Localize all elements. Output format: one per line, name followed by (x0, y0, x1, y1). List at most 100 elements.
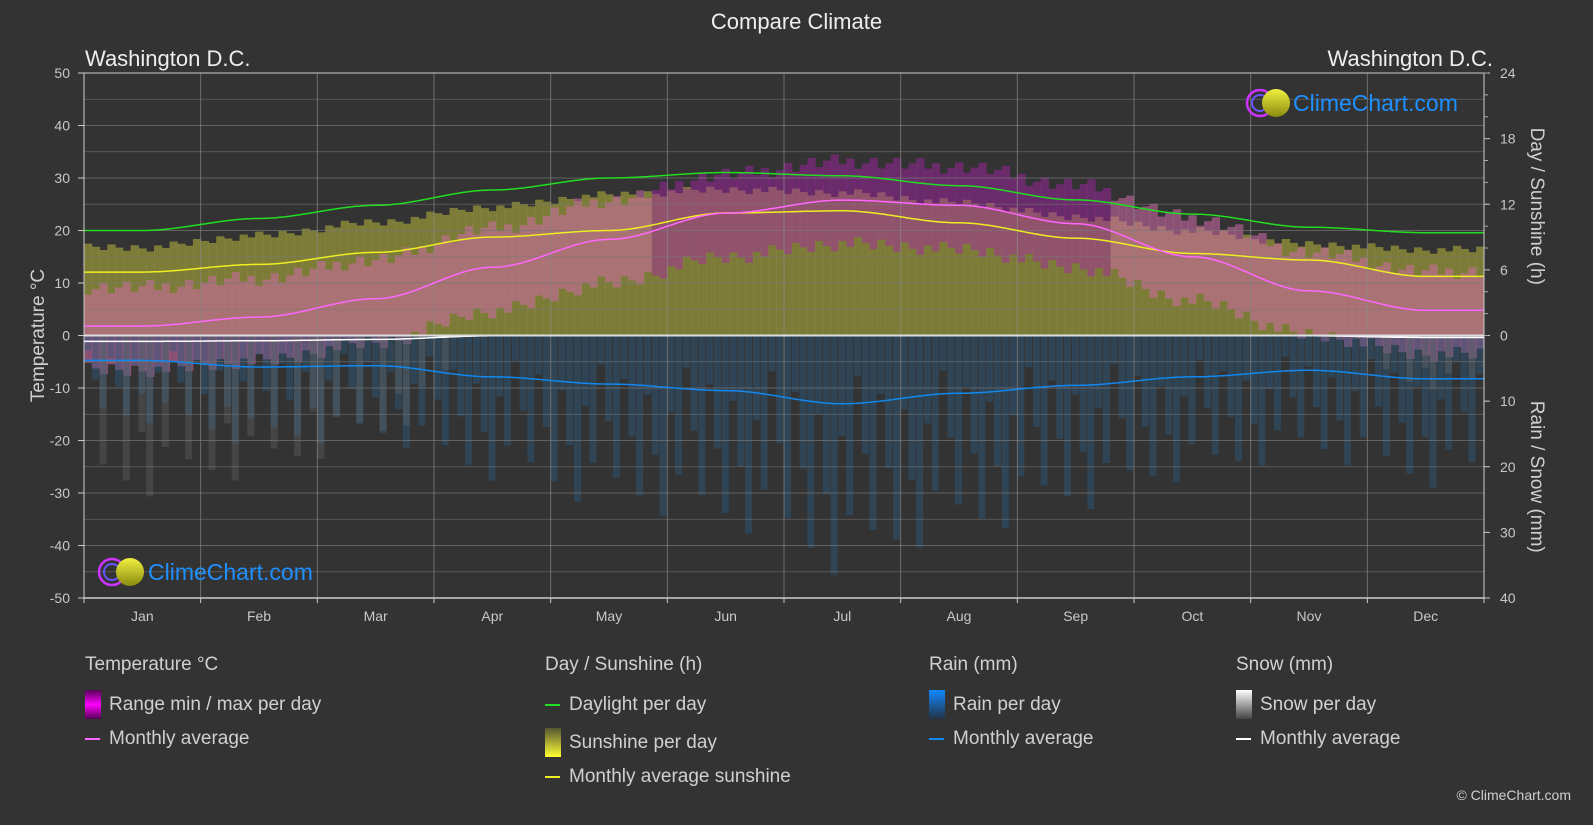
rain-bar (1250, 335, 1258, 425)
rain-bar (675, 335, 683, 475)
rain-bar (262, 335, 270, 392)
rain-bar (1056, 335, 1064, 439)
temp-range-bar (939, 173, 948, 242)
rain-bar (737, 335, 745, 467)
temp-range-bar (776, 170, 785, 250)
temp-range-bar (1001, 165, 1011, 263)
temp-range-bar (1157, 216, 1166, 291)
rain-bar (978, 335, 986, 519)
temp-range-bar (714, 174, 723, 258)
rain-bar (348, 335, 356, 389)
snow-bar (441, 335, 449, 371)
snow-bar (99, 335, 107, 465)
x-tick-label: Aug (947, 608, 972, 624)
rain-bar (574, 335, 581, 502)
temp-range-bar (1312, 252, 1322, 336)
legend-item-sunshine: Sunshine per day (545, 728, 791, 757)
rain-bar (745, 335, 753, 534)
legend-group-rain: Rain (mm) Rain per day Monthly average (929, 654, 1093, 750)
temp-range-bar (768, 177, 777, 246)
snow-bar (1421, 335, 1429, 368)
rain-bar (1102, 335, 1110, 464)
rain-bar (892, 335, 900, 540)
logo-sun-icon (116, 558, 144, 586)
rain-bar (1266, 335, 1274, 390)
temp-range-bar (1359, 258, 1368, 347)
rain-bar (1375, 335, 1383, 407)
line-swatch-icon (545, 776, 560, 778)
temp-range-bar (869, 158, 878, 250)
temp-range-bar (698, 172, 707, 265)
temp-range-bar (574, 198, 583, 296)
temp-range-bar (581, 206, 591, 284)
y-left-tick-label: 30 (54, 170, 70, 186)
y-left-tick-label: -40 (50, 538, 70, 554)
legend-group-snow: Snow (mm) Snow per day Monthly average (1236, 654, 1400, 750)
rain-bar (511, 335, 519, 361)
temp-range-bar (496, 231, 505, 308)
temp-range-bar (892, 158, 902, 253)
rain-bar (286, 335, 294, 400)
rain-bar (1204, 335, 1211, 408)
rain-bar (535, 335, 543, 375)
rain-bar (1297, 335, 1305, 438)
rain-bar (768, 335, 776, 372)
temp-range-bar (371, 260, 381, 343)
temp-range-bar (737, 172, 746, 258)
temp-range-bar (729, 178, 738, 253)
rain-bar (962, 335, 970, 387)
rain-bar (776, 335, 784, 444)
temp-range-bar (854, 168, 863, 238)
temp-range-bar (1149, 203, 1158, 298)
rain-bar (1180, 335, 1188, 397)
rain-bar (854, 335, 861, 377)
temp-range-bar (542, 216, 552, 299)
temp-range-bar (1204, 221, 1213, 301)
rain-bar (1001, 335, 1009, 529)
rain-bar (1274, 335, 1281, 431)
x-tick-label: Apr (481, 608, 503, 624)
temp-range-bar (1087, 179, 1096, 277)
rain-bar (838, 335, 846, 437)
temp-range-bar (628, 198, 637, 281)
temp-range-bar (379, 253, 388, 348)
temp-range-bar (410, 254, 419, 332)
rain-bar (947, 335, 955, 438)
rain-bar (1149, 335, 1157, 476)
temp-range-bar (356, 256, 365, 348)
rain-bar (1367, 335, 1375, 360)
y-left-tick-label: -20 (50, 433, 70, 449)
y-right-bottom-tick-label: 20 (1500, 459, 1516, 475)
x-tick-label: Jun (714, 608, 737, 624)
rain-bar (1172, 335, 1180, 483)
rain-bar (791, 335, 799, 393)
rain-bar (1048, 335, 1056, 381)
temp-range-bar (791, 171, 801, 243)
x-tick-label: Sep (1063, 608, 1088, 624)
x-tick-label: Jan (131, 608, 154, 624)
temp-range-bar (605, 202, 614, 282)
temp-range-bar (978, 162, 987, 257)
y-right-top-axis-title: Day / Sunshine (h) (1526, 128, 1547, 285)
temp-range-bar (1040, 177, 1049, 269)
rain-bar (278, 335, 286, 364)
rain-bar (1344, 335, 1351, 466)
rain-bar (107, 335, 115, 358)
temp-range-bar (1110, 200, 1119, 269)
temp-range-bar (861, 163, 871, 244)
rain-bar (612, 335, 620, 478)
temp-range-bar (675, 180, 684, 270)
y-left-tick-label: -30 (50, 485, 70, 501)
temp-range-bar (1056, 184, 1065, 267)
legend-item-temp-avg: Monthly average (85, 728, 321, 750)
y-left-tick-label: -50 (50, 590, 70, 606)
legend-group-temperature: Temperature °C Range min / max per day M… (85, 654, 321, 750)
temp-range-bar (480, 227, 489, 313)
rain-bar (994, 335, 1001, 467)
snow-bar (379, 335, 387, 432)
rain-bar (239, 335, 247, 382)
temp-range-bar (1188, 215, 1197, 304)
rain-bar (550, 335, 558, 482)
line-swatch-icon (85, 738, 100, 740)
rain-bar (830, 335, 838, 575)
